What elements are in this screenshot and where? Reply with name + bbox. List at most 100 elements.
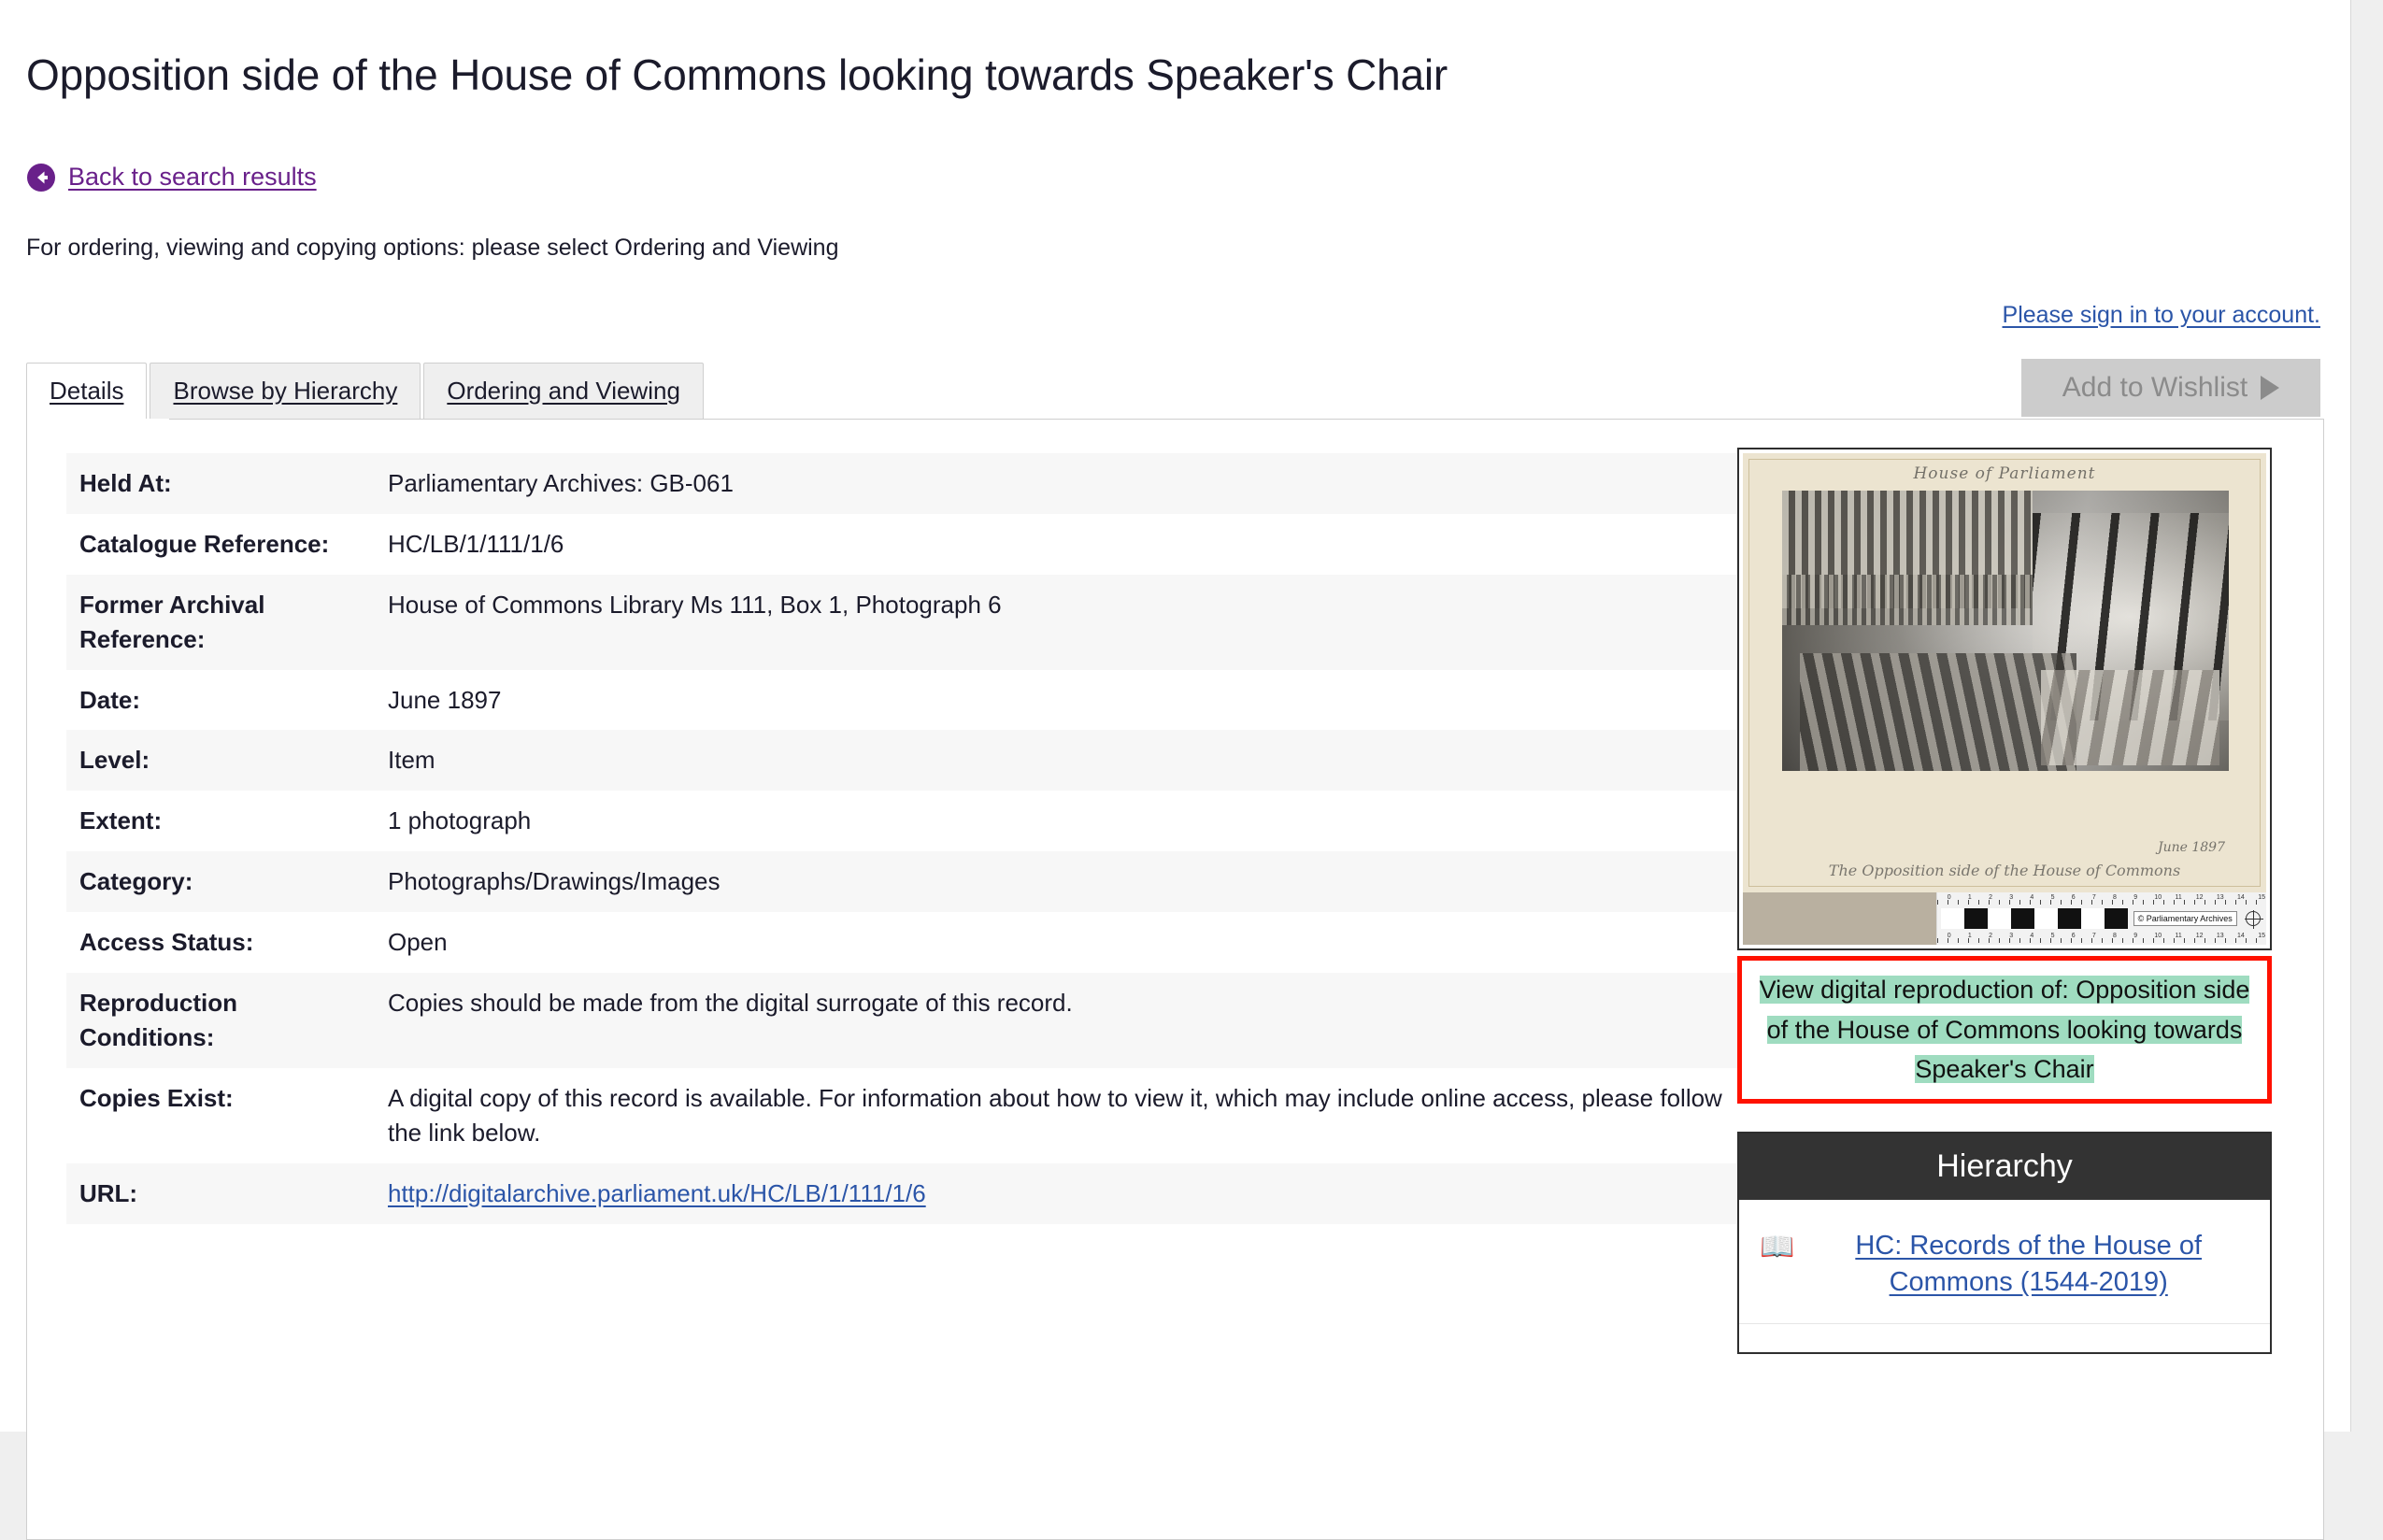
ruler-tick-label: 5 (2050, 893, 2055, 901)
row-label: Access Status: (79, 928, 254, 957)
ruler-tick-label: 8 (2113, 893, 2117, 901)
table-row: Reproduction Conditions: Copies should b… (66, 973, 1739, 1068)
ruler-copyright-label: © Parliamentary Archives (2133, 910, 2237, 926)
table-row: Copies Exist: A digital copy of this rec… (66, 1068, 1739, 1163)
tab-panel-details: Held At: Parliamentary Archives: GB-061 … (26, 418, 2324, 1540)
row-label: Category: (66, 851, 375, 913)
ruler-tick-label: 11 (2175, 932, 2182, 939)
ruler-tick-label: 10 (2154, 893, 2162, 901)
add-to-wishlist-label: Add to Wishlist (2062, 371, 2248, 403)
ruler-tick-label: 6 (2071, 932, 2076, 939)
row-label: Reproduction Conditions: (66, 973, 375, 1068)
ruler-tick-label: 2 (1989, 893, 1992, 901)
ruler-tick-label: 5 (2050, 932, 2055, 939)
row-label: Catalogue Reference: (79, 529, 330, 558)
ruler-tick-label: 1 (1967, 932, 1972, 939)
book-icon: 📖 (1760, 1231, 1795, 1262)
row-label: Former Archival Reference: (66, 574, 375, 670)
page-container: Opposition side of the House of Commons … (0, 0, 2351, 1540)
ordering-note: For ordering, viewing and copying option… (26, 234, 839, 261)
tab-details-label: Details (50, 376, 124, 405)
table-row: Category: Photographs/Drawings/Images (66, 851, 1739, 913)
ruler-tick-label: 10 (2154, 932, 2162, 939)
ruler-backing (1743, 891, 1937, 945)
tab-ordering-and-viewing-label: Ordering and Viewing (447, 376, 680, 405)
ruler-tick-label: 9 (2133, 932, 2138, 939)
ruler-tick-label: 7 (2091, 932, 2096, 939)
ruler-tick-label: 8 (2113, 932, 2117, 939)
sign-in-link[interactable]: Please sign in to your account. (2003, 302, 2320, 328)
row-value: Item (375, 730, 1739, 791)
ruler-tick-label: 9 (2133, 893, 2138, 901)
arrow-left-circle-icon (27, 163, 55, 192)
record-image-panel[interactable]: House of Parliament June 1897 The Opposi… (1737, 447, 2272, 950)
hierarchy-panel: Hierarchy 📖 HC: Records of the House of … (1737, 1131, 2272, 1355)
ruler-tick-label: 13 (2216, 932, 2224, 939)
photo-handwritten-caption: The Opposition side of the House of Comm… (1828, 861, 2181, 879)
tab-browse-by-hierarchy-label: Browse by Hierarchy (173, 376, 398, 405)
row-label: Date: (79, 685, 141, 714)
ruler-middle-row: © Parliamentary Archives (1937, 905, 2266, 932)
ruler-tick-label: 12 (2195, 893, 2204, 901)
ruler-tick-label: 3 (2009, 893, 2014, 901)
ruler-tick-label: 7 (2091, 893, 2096, 901)
registration-target-icon (2244, 909, 2263, 929)
ruler-tick-label: 12 (2195, 932, 2204, 939)
signin-row: Please sign in to your account. (0, 262, 2350, 329)
ruler-tick-label: 4 (2030, 932, 2034, 939)
table-row: Date: June 1897 (66, 670, 1739, 731)
ruler-face: 0 1 2 3 4 5 6 7 8 9 10 11 12 13 14 15 © Parliamentary A… (1936, 891, 2266, 945)
table-row: Former Archival Reference: House of Comm… (66, 574, 1739, 670)
tab-browse-by-hierarchy[interactable]: Browse by Hierarchy (150, 362, 421, 419)
ruler-ticks-top: 0 1 2 3 4 5 6 7 8 9 10 11 12 13 14 15 (1937, 893, 2266, 905)
tab-details[interactable]: Details (26, 362, 148, 419)
hierarchy-item[interactable] (1739, 1324, 2270, 1352)
row-value: 1 photograph (388, 806, 532, 835)
table-row: Held At: Parliamentary Archives: GB-061 (66, 452, 1739, 514)
details-table: Held At: Parliamentary Archives: GB-061 … (66, 452, 1739, 1224)
table-row: Catalogue Reference: HC/LB/1/111/1/6 (66, 514, 1739, 575)
ruler-tick-label: 15 (2258, 932, 2265, 939)
photo-detail-gallery-lower (1782, 574, 2033, 625)
row-value: A digital copy of this record is availab… (388, 1083, 1722, 1147)
ruler-checkerboard (1941, 907, 2128, 929)
tab-bar: Details Browse by Hierarchy Ordering and… (0, 357, 2350, 419)
add-to-wishlist-button[interactable]: Add to Wishlist (2021, 358, 2320, 417)
ruler-tick-label: 1 (1967, 893, 1972, 901)
ruler-tick-label: 0 (1947, 932, 1951, 939)
archive-photograph: House of Parliament June 1897 The Opposi… (1743, 452, 2266, 892)
back-to-search-results[interactable]: Back to search results (0, 129, 2350, 192)
tab-ordering-and-viewing[interactable]: Ordering and Viewing (423, 362, 704, 419)
table-row: Level: Item (66, 730, 1739, 791)
back-link-label[interactable]: Back to search results (68, 163, 317, 192)
hierarchy-item-label[interactable]: HC: Records of the House of Commons (154… (1811, 1228, 2246, 1301)
digital-reproduction-caption-box[interactable]: View digital reproduction of: Opposition… (1737, 955, 2272, 1104)
digital-reproduction-link[interactable]: View digital reproduction of: Opposition… (1759, 975, 2250, 1084)
ruler-tick-label: 13 (2216, 893, 2224, 901)
ruler-tick-label: 6 (2071, 893, 2076, 901)
ruler-tick-label: 11 (2175, 893, 2182, 901)
ruler-tick-label: 15 (2258, 893, 2265, 901)
photo-handwritten-title: House of Parliament (1913, 463, 2096, 483)
details-column: Held At: Parliamentary Archives: GB-061 … (27, 436, 1739, 1354)
media-column: House of Parliament June 1897 The Opposi… (1728, 436, 2289, 1355)
ruler-tick-label: 2 (1989, 932, 1992, 939)
ruler-ticks-bottom: 0 1 2 3 4 5 6 7 8 9 10 11 12 13 14 15 (1937, 932, 2266, 943)
row-value: http://digitalarchive.parliament.uk/HC/L… (375, 1162, 1739, 1224)
row-label: URL: (66, 1162, 375, 1224)
ruler-tick-label: 14 (2237, 893, 2245, 901)
ruler-tick-label: 14 (2237, 932, 2245, 939)
hierarchy-item[interactable]: 📖 HC: Records of the House of Commons (1… (1739, 1200, 2270, 1325)
row-value: HC/LB/1/111/1/6 (388, 529, 564, 558)
row-value: June 1897 (388, 685, 502, 714)
photo-handwritten-date: June 1897 (2157, 839, 2225, 855)
record-url-link[interactable]: http://digitalarchive.parliament.uk/HC/L… (388, 1179, 926, 1207)
photo-detail-seats (2041, 669, 2220, 765)
photo-image-area (1782, 490, 2229, 771)
row-label: Level: (66, 730, 375, 791)
table-row: URL: http://digitalarchive.parliament.uk… (66, 1162, 1739, 1224)
page-title: Opposition side of the House of Commons … (26, 50, 1448, 99)
row-value: Parliamentary Archives: GB-061 (375, 452, 1739, 514)
photo-detail-benches (1800, 652, 2077, 771)
row-value: Copies should be made from the digital s… (375, 973, 1739, 1068)
